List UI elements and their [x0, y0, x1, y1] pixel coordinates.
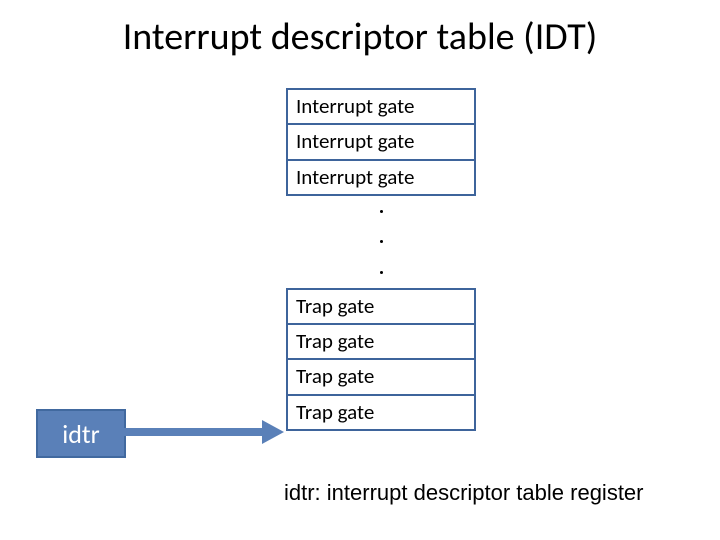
slide: Interrupt descriptor table (IDT) Interru… [0, 0, 720, 540]
ellipsis-icon [286, 194, 476, 290]
idt-entry: Interrupt gate [286, 159, 476, 196]
idtr-register-box: idtr [36, 409, 126, 458]
arrow-right-icon [124, 423, 286, 441]
idtr-caption: idtr: interrupt descriptor table registe… [284, 480, 644, 506]
idt-entry: Interrupt gate [286, 123, 476, 160]
idt-entry: Interrupt gate [286, 88, 476, 125]
idt-entry: Trap gate [286, 323, 476, 360]
page-title: Interrupt descriptor table (IDT) [0, 14, 720, 60]
idt-entry: Trap gate [286, 288, 476, 325]
idt-entry: Trap gate [286, 394, 476, 431]
idt-table: Interrupt gate Interrupt gate Interrupt … [286, 88, 476, 431]
idt-entry: Trap gate [286, 358, 476, 395]
